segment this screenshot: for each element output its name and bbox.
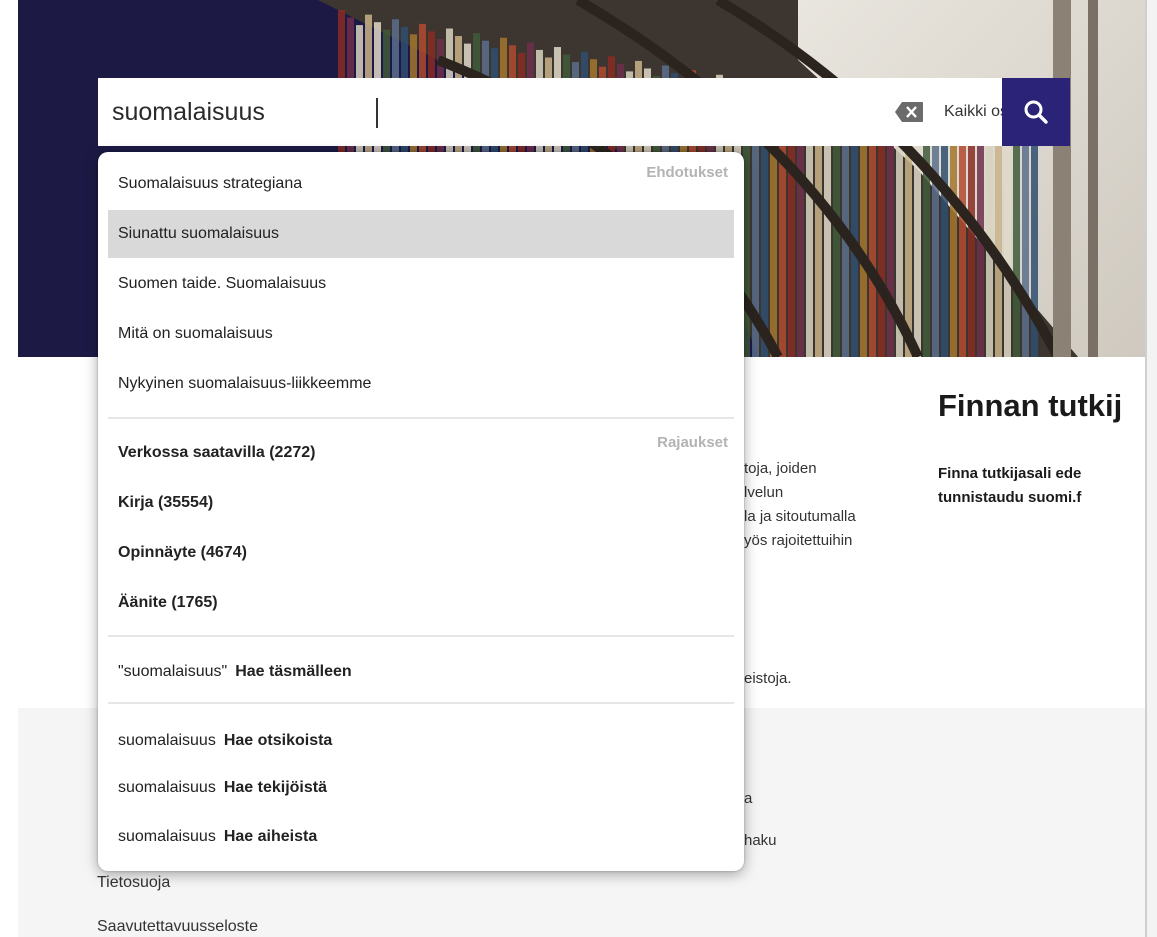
exact-keyword: "suomalaisuus"	[118, 663, 228, 680]
field-search-item-title[interactable]: suomalaisuus Hae otsikoista	[108, 717, 734, 765]
magnifier-search-icon	[1024, 100, 1048, 124]
suggestion-item[interactable]: Nykyinen suomalaisuus-liikkeemme	[108, 360, 734, 408]
suggestion-item[interactable]: Suomen taide. Suomalaisuus	[108, 260, 734, 308]
body-text-fragment: yös rajoitettuihin	[744, 532, 853, 549]
filter-item[interactable]: Kirja (35554)	[108, 479, 734, 527]
tutkija-intro: Finna tutkijasali ede tunnistaudu suomi.…	[938, 462, 1081, 510]
suggestion-item-selected[interactable]: Siunattu suomalaisuus	[108, 210, 734, 258]
filter-item[interactable]: Opinnäyte (4674)	[108, 529, 734, 577]
body-text-fragment: eistoja.	[744, 670, 792, 687]
field-action: Hae aiheista	[223, 828, 318, 845]
field-keyword: suomalaisuus	[118, 828, 216, 845]
field-search-item-subject[interactable]: suomalaisuus Hae aiheista	[108, 813, 734, 861]
section-title: Finnan tutkij	[938, 388, 1123, 423]
filter-item[interactable]: Äänite (1765)	[108, 579, 734, 627]
autocomplete-dropdown: Ehdotukset Suomalaisuus strategiana Siun…	[98, 152, 744, 871]
search-submit-button[interactable]	[1002, 78, 1070, 146]
exact-action: Hae täsmälleen	[235, 663, 352, 680]
clear-search-button[interactable]	[894, 101, 924, 123]
footer-link-tietosuoja[interactable]: Tietosuoja	[97, 874, 170, 892]
backspace-clear-icon	[895, 102, 923, 122]
tutkija-line-1: Finna tutkijasali ede	[938, 465, 1082, 482]
field-search-item-author[interactable]: suomalaisuus Hae tekijöistä	[108, 764, 734, 812]
suggestion-item[interactable]: Mitä on suomalaisuus	[108, 310, 734, 358]
footer-link-saavutettavuus[interactable]: Saavutettavuusseloste	[97, 918, 258, 936]
field-keyword: suomalaisuus	[118, 779, 216, 796]
filter-item[interactable]: Verkossa saatavilla (2272)	[108, 429, 734, 477]
dropdown-divider	[108, 417, 734, 419]
body-text-fragment: toja, joiden	[744, 460, 817, 477]
body-text-fragment: la ja sitoutumalla	[744, 508, 856, 525]
body-text-fragment: lvelun	[744, 484, 784, 501]
tutkija-line-2: tunnistaudu suomi.f	[938, 489, 1082, 506]
dropdown-divider	[108, 635, 734, 637]
suggestion-item[interactable]: Suomalaisuus strategiana	[108, 160, 734, 208]
field-action: Hae tekijöistä	[223, 779, 327, 796]
edge-divider	[1145, 0, 1147, 937]
text-caret	[376, 98, 378, 128]
search-input[interactable]	[98, 78, 778, 146]
footer-fragment: haku	[744, 832, 777, 849]
search-bar: Kaikki osumat	[98, 78, 1070, 146]
field-action: Hae otsikoista	[223, 732, 333, 749]
footer-fragment: a	[744, 790, 753, 807]
dropdown-divider	[108, 702, 734, 704]
field-keyword: suomalaisuus	[118, 732, 216, 749]
exact-search-item[interactable]: "suomalaisuus" Hae täsmälleen	[108, 648, 734, 696]
